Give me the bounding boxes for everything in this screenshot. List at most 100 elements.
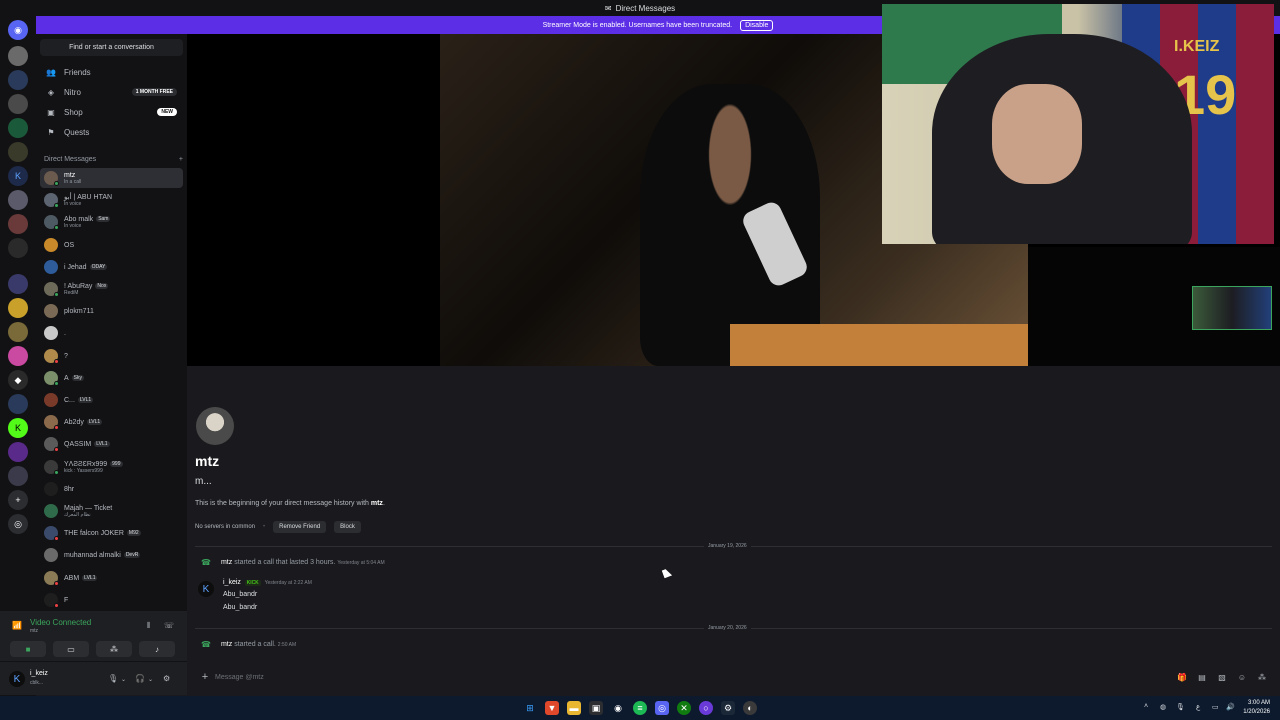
dm-item[interactable]: YΛƧƧƐRx999 999 kick : Yassers999 [40,457,183,477]
dm-item[interactable]: ! AbuRay Nox RediM [40,279,183,299]
message-author[interactable]: i_keiz [223,579,241,586]
gif-icon[interactable]: ▤ [1192,673,1212,682]
chevron-down-icon[interactable]: ⌄ [121,676,126,683]
message-avatar[interactable]: K [198,581,214,597]
disable-streamer-button[interactable]: Disable [740,19,774,31]
attach-plus-icon[interactable]: + [195,671,215,683]
dm-item[interactable]: A Sky [40,368,183,388]
presence-status-dot [54,536,59,541]
dm-item[interactable]: mtz In a call [40,168,183,188]
activities-button[interactable]: ⁂ [96,641,132,657]
gift-icon[interactable]: 🎁 [1172,673,1192,682]
discord-home-icon[interactable]: ◉ [8,20,28,40]
dm-item[interactable]: . [40,323,183,343]
settings-gear-icon[interactable]: ⚙ [163,674,170,683]
headphones-icon[interactable]: 🎧 [135,674,145,683]
chevron-down-icon[interactable]: ⌄ [148,676,153,683]
profile-avatar[interactable] [196,407,234,445]
emoji-icon[interactable]: ☺ [1232,673,1252,682]
server-icon[interactable] [8,322,28,342]
dm-item[interactable]: Ab2dy LVL1 [40,412,183,432]
dm-beginning-text: This is the beginning of your direct mes… [195,500,385,507]
tray-lang-icon[interactable]: ع [1196,703,1200,711]
self-video-thumbnail[interactable] [1192,286,1272,330]
dm-item[interactable]: i Jehad ODAY [40,257,183,277]
tray-mic-icon[interactable]: 🎙 [1176,703,1185,711]
dm-item[interactable]: أبو | ABU HTAN In voice [40,190,183,210]
obs-icon[interactable]: ◉ [611,701,625,715]
camera-button[interactable]: ■ [10,641,46,657]
add-server-icon[interactable]: + [8,490,28,510]
server-icon[interactable] [8,94,28,114]
dm-name: OS [64,242,74,249]
tray-app-icon[interactable]: ◍ [1160,703,1166,711]
start-icon[interactable]: ⊞ [523,701,537,715]
remove-friend-button[interactable]: Remove Friend [273,521,327,533]
noise-suppression-icon[interactable]: ⦀ [147,621,151,631]
server-icon[interactable] [8,118,28,138]
avatar [44,238,58,252]
avatar [44,326,58,340]
nav-nitro[interactable]: ◈ Nitro 1 MONTH FREE [40,83,183,101]
kick-server-icon[interactable]: K [8,418,28,438]
xbox-icon[interactable]: ✕ [677,701,691,715]
create-dm-icon[interactable]: + [179,156,183,163]
soundboard-button[interactable]: ♪ [139,641,175,657]
dm-item[interactable]: 8hr [40,479,183,499]
dm-text: THE falcon JOKER M92 [64,530,141,537]
apps-icon[interactable]: ⁂ [1252,673,1272,682]
server-icon[interactable]: ◆ [8,370,28,390]
tray-monitor-icon[interactable]: ▭ [1212,703,1219,711]
dm-item[interactable]: C... LVL1 [40,390,183,410]
spotify-icon[interactable]: ≡ [633,701,647,715]
disconnect-icon[interactable]: ☏ [164,621,174,630]
dm-item[interactable]: ? [40,346,183,366]
nav-friends[interactable]: 👥 Friends [40,63,183,81]
signal-icon[interactable]: 📶 [12,621,22,630]
tray-volume-icon[interactable]: 🔊 [1226,703,1235,711]
user-avatar[interactable]: K [9,671,25,687]
server-icon[interactable] [8,442,28,462]
brave-icon[interactable]: ▼ [545,701,559,715]
message-input[interactable] [215,673,1172,681]
server-icon[interactable] [8,298,28,318]
dm-item[interactable]: ABM LVL1 [40,568,183,588]
screen-share-button[interactable]: ▭ [53,641,89,657]
dm-item[interactable]: OS [40,235,183,255]
server-icon[interactable] [8,142,28,162]
dm-item[interactable]: F [40,590,183,610]
discord-taskbar-icon[interactable]: ◎ [655,701,669,715]
server-folder-icon[interactable] [8,274,28,294]
dm-item[interactable]: QASSIM LVL1 [40,434,183,454]
server-icon[interactable] [8,70,28,90]
store-icon[interactable]: ▣ [589,701,603,715]
server-icon[interactable] [8,394,28,414]
server-icon[interactable] [8,346,28,366]
find-conversation-button[interactable]: Find or start a conversation [40,39,183,56]
steam-icon[interactable]: ⚙ [721,701,735,715]
dm-item[interactable]: Majah — Ticket نظام المعرك [40,501,183,521]
server-icon[interactable] [8,214,28,234]
server-icon[interactable] [8,238,28,258]
dm-item[interactable]: muhannad almalki DevR [40,545,183,565]
dm-item[interactable]: Abo malk Sam In voice [40,212,183,232]
app-icon[interactable]: ◐ [743,701,757,715]
voice-status[interactable]: Video Connected [30,618,91,627]
sticker-icon[interactable]: ▧ [1212,673,1232,682]
dm-item[interactable]: plokm711 [40,301,183,321]
app-icon[interactable]: ○ [699,701,713,715]
tray-chevron-icon[interactable]: ˄ [1144,703,1148,710]
server-icon[interactable] [8,46,28,66]
server-icon[interactable] [8,190,28,210]
taskbar-clock[interactable]: 3:00 AM 1/20/2026 [1243,699,1270,717]
nav-quests[interactable]: ⚑ Quests [40,123,183,141]
block-button[interactable]: Block [334,521,361,533]
server-icon[interactable]: K [8,166,28,186]
dm-name: C... LVL1 [64,397,94,404]
file-explorer-icon[interactable]: ▬ [567,701,581,715]
dm-item[interactable]: THE falcon JOKER M92 [40,523,183,543]
discover-icon[interactable]: ◎ [8,514,28,534]
server-icon[interactable] [8,466,28,486]
nav-shop[interactable]: ▣ Shop NEW [40,103,183,121]
microphone-icon[interactable]: 🎙 [108,674,118,683]
